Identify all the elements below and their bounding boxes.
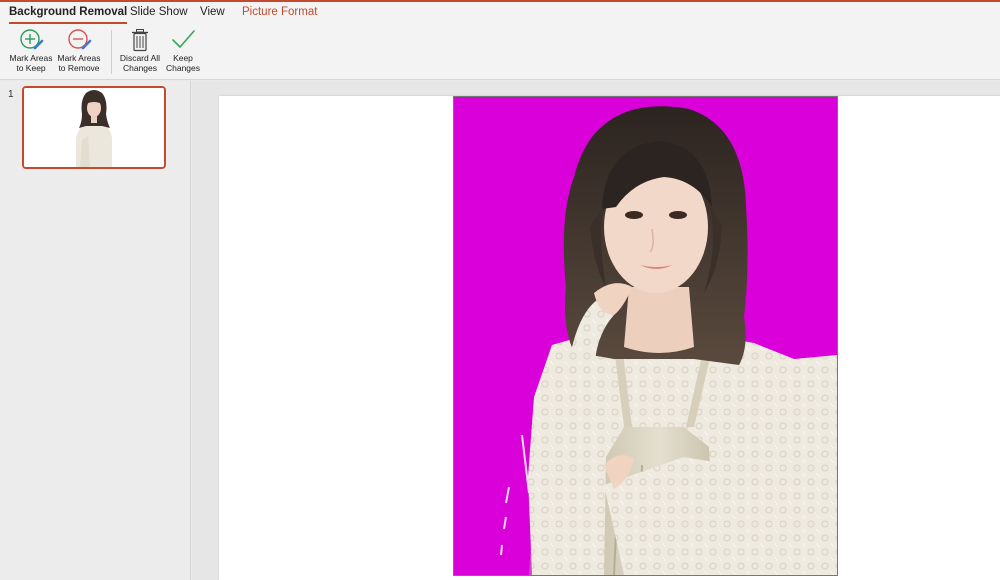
slide-number: 1: [8, 89, 14, 100]
mark-areas-to-keep-button[interactable]: Mark Areas to Keep: [6, 27, 56, 77]
background-removal-picture[interactable]: [453, 96, 838, 576]
mark-keep-label-2: to Keep: [16, 62, 46, 73]
mark-areas-to-remove-button[interactable]: Mark Areas to Remove: [54, 27, 104, 77]
trash-icon: [132, 29, 148, 52]
portrait-photo-with-removal-overlay: [454, 97, 837, 575]
tab-picture-format[interactable]: Picture Format: [242, 4, 317, 22]
slide-thumbnail-image: [24, 88, 164, 167]
ribbon-toolbar: Mark Areas to Keep Mark Areas to Remove …: [0, 24, 1000, 80]
slide-thumbnail-pane: 1: [0, 81, 191, 580]
ribbon-separator: [111, 30, 112, 74]
tab-slide-show[interactable]: Slide Show: [130, 4, 188, 22]
tab-view[interactable]: View: [200, 4, 225, 22]
mark-remove-icon: [68, 29, 92, 50]
keep-changes-button[interactable]: Keep Changes: [161, 27, 205, 77]
keep-label-2: Changes: [165, 62, 201, 73]
mark-remove-label-2: to Remove: [58, 62, 100, 73]
discard-label-2: Changes: [122, 62, 158, 73]
current-slide[interactable]: [219, 96, 1000, 580]
slide-thumbnail-1[interactable]: [22, 86, 166, 169]
discard-all-changes-button[interactable]: Discard All Changes: [116, 27, 164, 77]
slide-editing-canvas: [192, 81, 1000, 580]
ribbon-tab-bar: Background Removal Slide Show View Pictu…: [0, 2, 1000, 24]
mark-keep-icon: [20, 29, 44, 50]
checkmark-icon: [172, 30, 195, 48]
tab-background-removal[interactable]: Background Removal: [9, 4, 128, 24]
